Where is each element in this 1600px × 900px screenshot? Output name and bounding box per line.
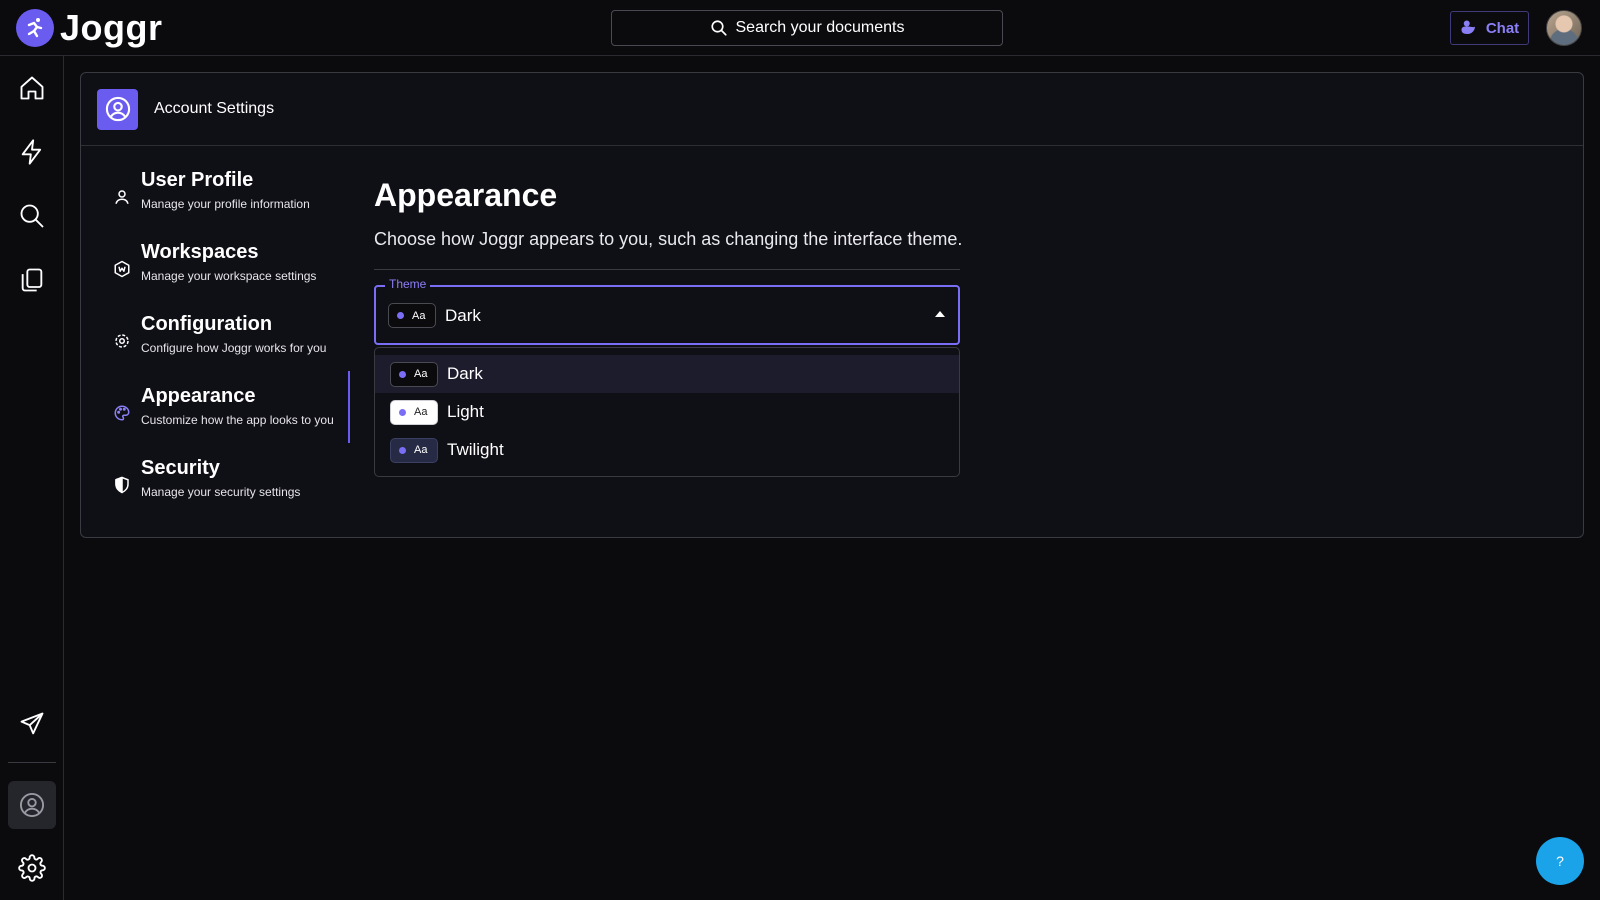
theme-selected-value: Aa Dark (388, 303, 481, 328)
palette-icon (114, 405, 130, 421)
rail-divider (8, 762, 56, 763)
theme-chip-twilight: Aa (390, 437, 438, 463)
theme-label: Theme (385, 277, 431, 291)
home-icon (20, 76, 44, 100)
gear-icon (115, 334, 129, 348)
chip-text: Aa (414, 444, 428, 456)
search-placeholder: Search your documents (735, 19, 905, 36)
settings-nav-appearance[interactable]: Appearance Customize how the app looks t… (111, 385, 353, 447)
home-button[interactable] (8, 64, 56, 112)
send-button[interactable] (8, 700, 56, 748)
chip-text: Aa (414, 406, 428, 418)
settings-nav-configuration[interactable]: Configuration Configure how Joggr works … (111, 313, 353, 375)
documents-icon (21, 268, 43, 292)
chat-button[interactable]: Chat (1450, 11, 1529, 45)
theme-dot (397, 312, 404, 319)
account-button[interactable] (8, 781, 56, 829)
app-name: Joggr (60, 7, 163, 48)
settings-nav-security[interactable]: Security Manage your security settings (111, 457, 353, 519)
theme-option-dark[interactable]: Aa Dark (375, 355, 959, 393)
user-avatar[interactable] (1546, 10, 1582, 46)
section-title: Appearance (374, 177, 558, 213)
settings-nav-user-profile[interactable]: User Profile Manage your profile informa… (111, 169, 353, 231)
theme-dot (399, 370, 406, 378)
lightning-icon (21, 139, 42, 165)
settings-nav-workspaces[interactable]: Workspaces Manage your workspace setting… (111, 241, 353, 303)
theme-select[interactable]: Theme Aa Dark (374, 277, 960, 345)
theme-chip-light: Aa (390, 399, 438, 425)
nav-subtitle: Configure how Joggr works for you (141, 341, 327, 355)
theme-chip-dark: Aa (390, 361, 438, 387)
search-icon (20, 204, 44, 228)
theme-dot (399, 408, 406, 416)
nav-active-indicator (348, 371, 350, 443)
section-divider (374, 269, 960, 270)
send-icon (20, 712, 44, 735)
nav-title: Configuration (141, 313, 273, 335)
panel-title: Account Settings (154, 100, 275, 117)
account-icon (19, 792, 45, 818)
theme-chip-dark: Aa (388, 303, 436, 328)
nav-title: Appearance (141, 385, 256, 407)
selected-theme-text: Dark (445, 305, 481, 325)
chat-label: Chat (1485, 19, 1520, 37)
help-button[interactable]: ? (1536, 837, 1584, 885)
theme-dot (399, 446, 406, 454)
runner-logo-icon (16, 9, 54, 47)
caret-up-icon[interactable] (935, 311, 945, 317)
option-label: Light (447, 402, 484, 421)
shield-icon (115, 476, 129, 494)
option-label: Dark (447, 364, 483, 383)
search-icon (710, 20, 727, 36)
nav-subtitle: Manage your workspace settings (141, 269, 317, 283)
panel-header: Account Settings (81, 73, 1583, 146)
account-circle-icon (97, 88, 138, 130)
settings-button[interactable] (8, 844, 56, 892)
theme-option-twilight[interactable]: Aa Twilight (375, 431, 959, 469)
chip-text: Aa (414, 368, 428, 380)
help-label: ? (1556, 853, 1564, 869)
nav-subtitle: Manage your profile information (141, 197, 310, 211)
nav-title: Security (141, 457, 220, 479)
search-nav-button[interactable] (8, 192, 56, 240)
nav-subtitle: Manage your security settings (141, 485, 301, 499)
user-icon (115, 190, 129, 204)
search-bar[interactable]: Search your documents (611, 10, 1003, 46)
app-logo[interactable]: Joggr (16, 9, 163, 47)
documents-button[interactable] (8, 256, 56, 304)
duck-icon (1461, 20, 1475, 34)
workspace-hexagon-icon (114, 260, 130, 278)
nav-subtitle: Customize how the app looks to you (141, 413, 334, 427)
section-description: Choose how Joggr appears to you, such as… (374, 229, 963, 249)
left-rail (0, 56, 64, 900)
nav-title: User Profile (141, 169, 254, 191)
activity-button[interactable] (8, 128, 56, 176)
option-label: Twilight (447, 440, 504, 459)
top-bar: Joggr Search your documents Chat (0, 0, 1600, 56)
settings-icon (18, 854, 46, 882)
chip-text: Aa (412, 309, 426, 322)
account-settings-panel: Account Settings User Profile Manage you… (80, 72, 1584, 538)
theme-dropdown-menu: Aa Dark Aa Light Aa Twilight (374, 347, 960, 477)
nav-title: Workspaces (141, 241, 259, 263)
theme-option-light[interactable]: Aa Light (375, 393, 959, 431)
